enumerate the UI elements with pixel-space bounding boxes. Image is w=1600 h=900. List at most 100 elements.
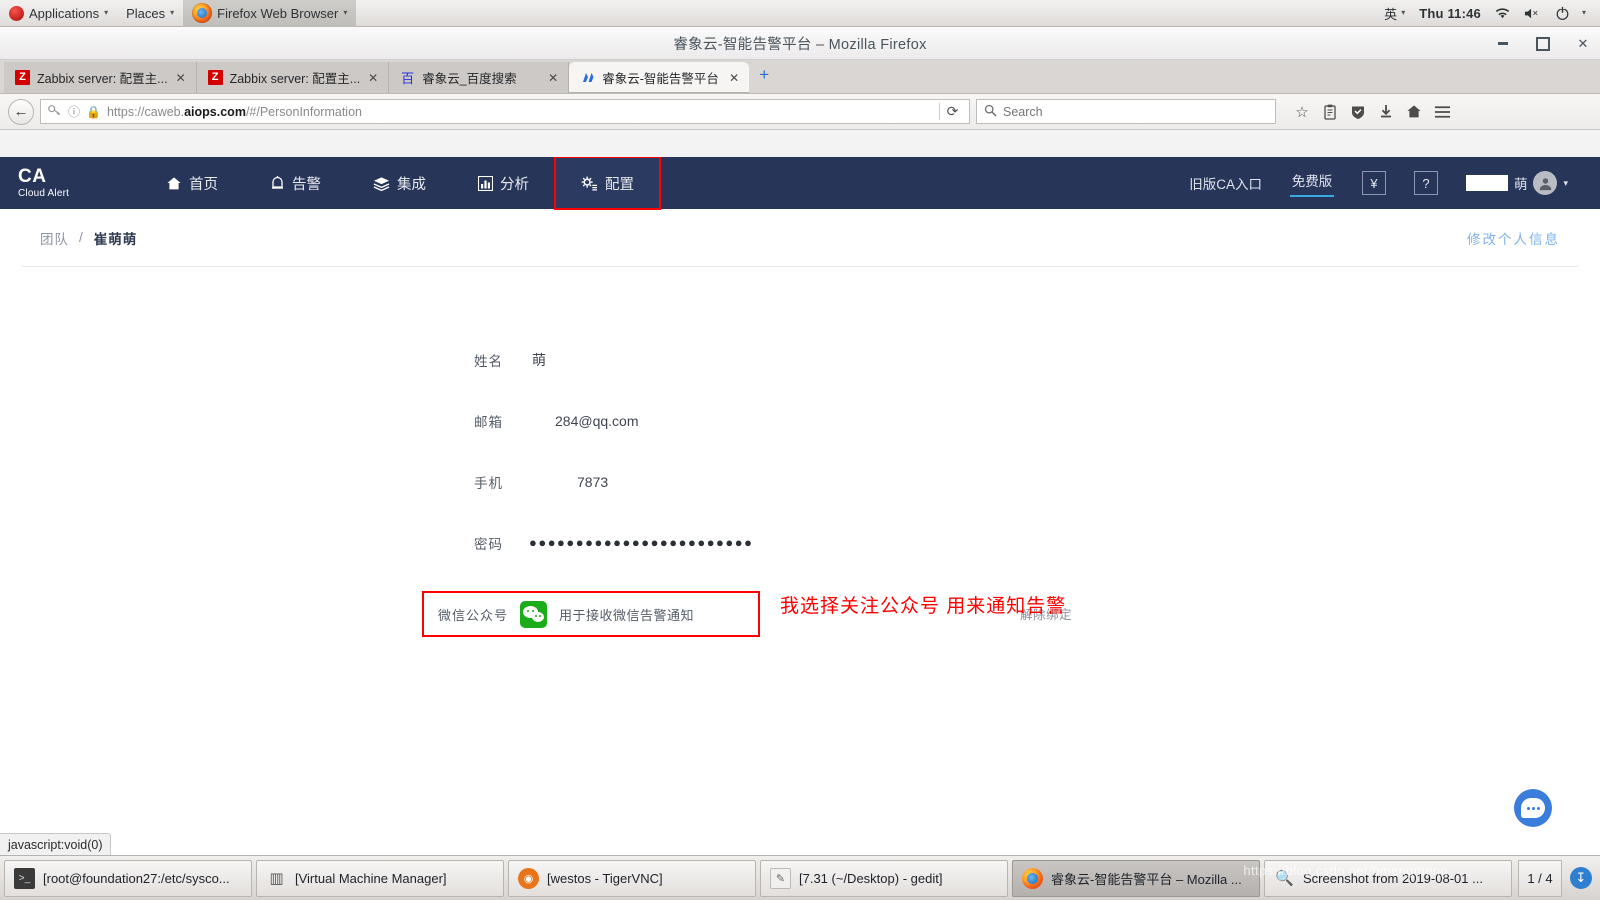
lock-icon[interactable]: 🔒 [86,105,101,119]
legacy-ca-entry-link[interactable]: 旧版CA入口 [1175,157,1276,209]
user-name-label: 萌 [1513,177,1528,192]
url-scheme: https:// [106,104,145,119]
back-button[interactable]: ← [8,98,34,125]
chevron-down-icon: ▾ [1581,8,1586,17]
reload-button[interactable]: ⟳ [939,103,965,120]
field-value-phone: 7873 [577,473,609,490]
search-input[interactable] [1003,104,1268,119]
new-tab-button[interactable]: + [749,65,781,89]
edition-badge[interactable]: 免费版 [1276,157,1348,209]
edit-profile-link[interactable]: 修改个人信息 [1467,228,1560,248]
url-text: https://caweb.aiops.com/#/PersonInformat… [107,105,933,119]
nav-item-configuration[interactable]: 配置 [554,157,661,210]
form-row-password: 密码 ●●●●●●●●●●●●●●●●●●●●●●●● [0,512,1600,573]
breadcrumb: 团队 / 崔萌萌 [40,228,137,248]
maximize-button[interactable] [1534,35,1552,53]
tab-close-icon[interactable]: ✕ [728,71,740,85]
billing-button[interactable]: ¥ [1348,157,1400,209]
nav-item-analysis[interactable]: 分析 [452,157,555,209]
shield-icon[interactable] [1344,98,1372,126]
field-label: 密码 [474,536,503,552]
tray-icon[interactable]: ↧ [1566,860,1596,897]
user-avatar-icon [1533,171,1558,195]
reader-icon[interactable] [1316,98,1344,126]
bookmark-star-icon[interactable]: ☆ [1288,98,1316,126]
tab-label: Zabbix server: 配置主... [229,72,361,86]
nav-item-label: 分析 [500,176,529,193]
taskbar-item-label: [westos - TigerVNC] [547,870,663,886]
field-label: 手机 [474,475,503,491]
chat-bubble-icon[interactable] [1514,789,1552,827]
tab-close-icon[interactable]: ✕ [175,71,187,85]
chevron-down-icon: ▾ [1563,177,1568,188]
app-logo-subtitle: Cloud Alert [18,187,70,199]
tab-label: 睿象云-智能告警平台 [602,72,719,86]
download-icon[interactable] [1372,98,1400,126]
close-button[interactable]: ✕ [1574,35,1592,53]
tab-label: 睿象云_百度搜索 [422,72,517,86]
panel-clock[interactable]: Thu 11:46 [1413,6,1487,21]
power-icon[interactable]: ▾ [1549,6,1592,21]
site-info-icon[interactable]: ⓘ [68,103,80,120]
places-menu[interactable]: Places ▾ [117,0,183,27]
input-method-label: 英 [1384,6,1398,22]
search-icon [984,104,997,120]
zabbix-favicon: Z [207,70,223,85]
taskbar-item-gedit[interactable]: ✎ [7.31 (~/Desktop) - gedit] [760,859,1008,897]
tab-strip: Z Zabbix server: 配置主... ✕ Z Zabbix serve… [0,60,1600,94]
nav-item-alarm[interactable]: 告警 [244,157,347,209]
browser-tab-2[interactable]: Z Zabbix server: 配置主... ✕ [196,62,390,93]
applications-menu[interactable]: Applications ▾ [0,0,117,27]
taskbar-item-screenshot[interactable]: 🔍 Screenshot from 2019-08-01 ... [1264,859,1512,897]
cloudalert-favicon [580,70,595,85]
firefox-window: 睿象云-智能告警平台 – Mozilla Firefox ✕ Z Zabbix … [0,27,1600,855]
nav-item-label: 告警 [292,176,321,193]
nav-item-home[interactable]: 首页 [140,157,244,209]
browser-tab-1[interactable]: Z Zabbix server: 配置主... ✕ [4,62,197,93]
taskbar-item-vmm[interactable]: ▥ [Virtual Machine Manager] [256,859,504,897]
browser-tab-4-active[interactable]: 睿象云-智能告警平台 ✕ [569,62,750,93]
form-row-name: 姓名 萌 [0,329,1600,390]
home-icon[interactable] [1400,98,1428,126]
nav-item-integration[interactable]: 集成 [347,157,452,209]
firefox-window-menu[interactable]: Firefox Web Browser ▾ [183,0,357,27]
vnc-icon: ◉ [518,867,539,889]
taskbar-item-label: [root@foundation27:/etc/sysco... [43,870,230,886]
tab-close-icon[interactable]: ✕ [547,71,559,85]
search-bar[interactable] [976,99,1276,124]
form-row-phone: 手机 7873 [0,451,1600,512]
app-logo-title: CA [18,166,47,188]
nav-item-label: 集成 [397,176,426,193]
chevron-down-icon: ▾ [343,8,348,17]
wifi-icon[interactable] [1489,7,1516,20]
wechat-row-highlight-box: 微信公众号 用于接收微信告警通知 [422,591,760,637]
user-menu[interactable]: 萌 ▾ [1452,157,1582,209]
permissions-key-icon[interactable] [47,104,62,120]
taskbar-item-label: Screenshot from 2019-08-01 ... [1303,870,1483,886]
browser-tab-3[interactable]: 百 睿象云_百度搜索 ✕ [389,62,570,93]
app-logo[interactable]: CA Cloud Alert [0,157,140,209]
nav-item-label: 首页 [189,176,218,193]
minimize-button[interactable] [1494,35,1512,53]
wechat-label: 微信公众号 [438,607,509,623]
taskbar-item-vnc[interactable]: ◉ [westos - TigerVNC] [508,859,756,897]
app-navbar-right: 旧版CA入口 免费版 ¥ ? 萌 ▾ [1175,157,1600,209]
hamburger-menu-icon[interactable] [1428,98,1456,126]
firefox-window-menu-label: Firefox Web Browser [217,5,339,21]
status-tooltip: javascript:void(0) [0,833,112,855]
taskbar-item-terminal[interactable]: >_ [root@foundation27:/etc/sysco... [4,859,252,897]
window-title: 睿象云-智能告警平台 – Mozilla Firefox [673,36,927,53]
window-controls: ✕ [1494,27,1592,60]
volume-muted-icon[interactable] [1518,7,1547,20]
help-button[interactable]: ? [1400,157,1452,209]
breadcrumb-parent[interactable]: 团队 [40,228,69,248]
wechat-section: 微信公众号 用于接收微信告警通知 解除绑定 我选择关注公众号 用来通知告警 [0,591,1600,637]
wechat-icon[interactable] [520,600,548,628]
url-bar[interactable]: ⓘ 🔒 https://caweb.aiops.com/#/PersonInfo… [40,99,970,124]
taskbar-item-firefox[interactable]: 睿象云-智能告警平台 – Mozilla ... [1012,859,1260,897]
input-method-indicator[interactable]: 英 ▾ [1378,4,1411,23]
firefox-icon [192,3,213,23]
workspace-switcher[interactable]: 1 / 4 [1518,859,1562,897]
nav-item-label: 配置 [605,176,634,193]
tab-close-icon[interactable]: ✕ [367,71,379,85]
